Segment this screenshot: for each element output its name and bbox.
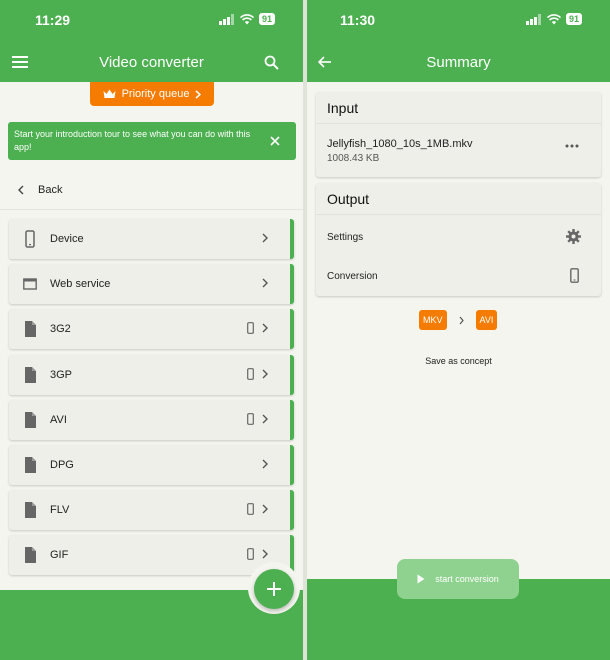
status-time: 11:29 <box>35 12 71 28</box>
app-bar: Summary <box>307 42 610 82</box>
add-button[interactable] <box>254 569 294 609</box>
format-label: AVI <box>50 413 67 426</box>
browser-window-icon <box>23 278 37 290</box>
close-icon[interactable] <box>268 134 282 148</box>
conversion-label[interactable]: Conversion <box>327 271 378 282</box>
play-icon <box>417 574 425 584</box>
file-icon <box>25 411 36 428</box>
wifi-icon <box>546 13 561 24</box>
chevron-right-icon <box>262 459 268 469</box>
file-icon <box>25 456 36 473</box>
battery-indicator: 91 <box>258 13 275 25</box>
format-label: 3GP <box>50 368 73 381</box>
battery-indicator: 91 <box>565 13 582 25</box>
format-item-dpg[interactable]: DPG <box>9 444 294 485</box>
plus-icon <box>267 582 281 596</box>
format-item-avi[interactable]: AVI <box>9 399 294 440</box>
phone-icon <box>247 503 254 516</box>
page-title: Summary <box>426 54 491 71</box>
status-bar: 11:30 91 <box>307 0 610 42</box>
format-label: Web service <box>50 278 111 291</box>
format-label: 3G2 <box>50 323 71 336</box>
format-item-device[interactable]: Device <box>9 219 294 259</box>
summary-screen: 11:30 91 Summary Input Jellyfish_1080_10… <box>307 0 610 660</box>
start-conversion-label: start conversion <box>435 574 499 584</box>
status-time: 11:30 <box>340 12 376 28</box>
file-icon <box>25 321 36 338</box>
output-title: Output <box>316 183 601 215</box>
file-icon <box>25 366 36 383</box>
chevron-left-icon <box>18 185 24 194</box>
file-icon <box>25 502 36 519</box>
input-card: Input Jellyfish_1080_10s_1MB.mkv 1008.43… <box>316 92 601 177</box>
format-item-3gp[interactable]: 3GP <box>9 354 294 395</box>
status-bar: 11:29 91 <box>0 0 303 42</box>
file-icon <box>25 547 36 564</box>
save-as-concept-link[interactable]: Save as concept <box>307 356 610 366</box>
phone-icon[interactable] <box>570 268 579 283</box>
format-list: Device Web service 3G2 3GP AVI DPG FLV G… <box>9 219 294 581</box>
output-card: Output Settings Conversion <box>316 183 601 296</box>
format-item-flv[interactable]: FLV <box>9 490 294 531</box>
input-title: Input <box>316 92 601 124</box>
more-horizontal-icon[interactable] <box>565 144 579 148</box>
status-icons: 91 <box>525 13 582 25</box>
chevron-right-icon <box>262 414 268 424</box>
format-item-3g2[interactable]: 3G2 <box>9 309 294 350</box>
tour-banner-text: Start your introduction tour to see what… <box>14 129 251 152</box>
start-conversion-button[interactable]: start conversion <box>397 559 519 599</box>
status-icons: 91 <box>218 13 275 25</box>
intro-tour-banner[interactable]: Start your introduction tour to see what… <box>8 122 296 160</box>
format-item-web-service[interactable]: Web service <box>9 264 294 305</box>
cellular-signal-icon <box>218 13 234 25</box>
page-title: Video converter <box>99 54 204 71</box>
cellular-signal-icon <box>525 13 541 25</box>
crown-icon <box>103 89 116 98</box>
chevron-right-icon <box>262 233 268 243</box>
chevron-right-icon <box>262 549 268 559</box>
phone-icon <box>247 322 254 335</box>
wifi-icon <box>239 13 254 24</box>
chevron-right-icon <box>262 278 268 288</box>
conversion-formats: MKV AVI <box>419 310 498 330</box>
format-item-gif[interactable]: GIF <box>9 535 294 576</box>
chevron-right-icon <box>262 369 268 379</box>
priority-queue-label: Priority queue <box>121 88 190 100</box>
settings-label[interactable]: Settings <box>327 232 363 243</box>
phone-icon <box>247 412 254 425</box>
format-label: GIF <box>50 549 69 562</box>
phone-icon <box>25 230 35 248</box>
phone-icon <box>247 548 254 561</box>
chevron-right-icon <box>459 316 464 324</box>
source-format-badge: MKV <box>419 310 447 330</box>
back-label: Back <box>38 183 63 196</box>
format-label: FLV <box>50 504 70 517</box>
phone-icon <box>247 367 254 380</box>
search-icon[interactable] <box>261 52 281 72</box>
target-format-badge: AVI <box>475 310 498 330</box>
file-size: 1008.43 KB <box>327 153 380 164</box>
gear-icon[interactable] <box>566 229 581 244</box>
chevron-right-icon <box>195 89 202 99</box>
chevron-right-icon <box>262 323 268 333</box>
format-label: DPG <box>50 458 74 471</box>
file-name: Jellyfish_1080_10s_1MB.mkv <box>327 138 473 150</box>
app-bar: Video converter <box>0 42 303 82</box>
format-label: Device <box>50 233 84 245</box>
chevron-right-icon <box>262 504 268 514</box>
video-converter-screen: 11:29 91 Video converter Priority queue … <box>0 0 303 660</box>
priority-queue-button[interactable]: Priority queue <box>90 82 214 106</box>
back-button[interactable]: Back <box>0 170 303 210</box>
